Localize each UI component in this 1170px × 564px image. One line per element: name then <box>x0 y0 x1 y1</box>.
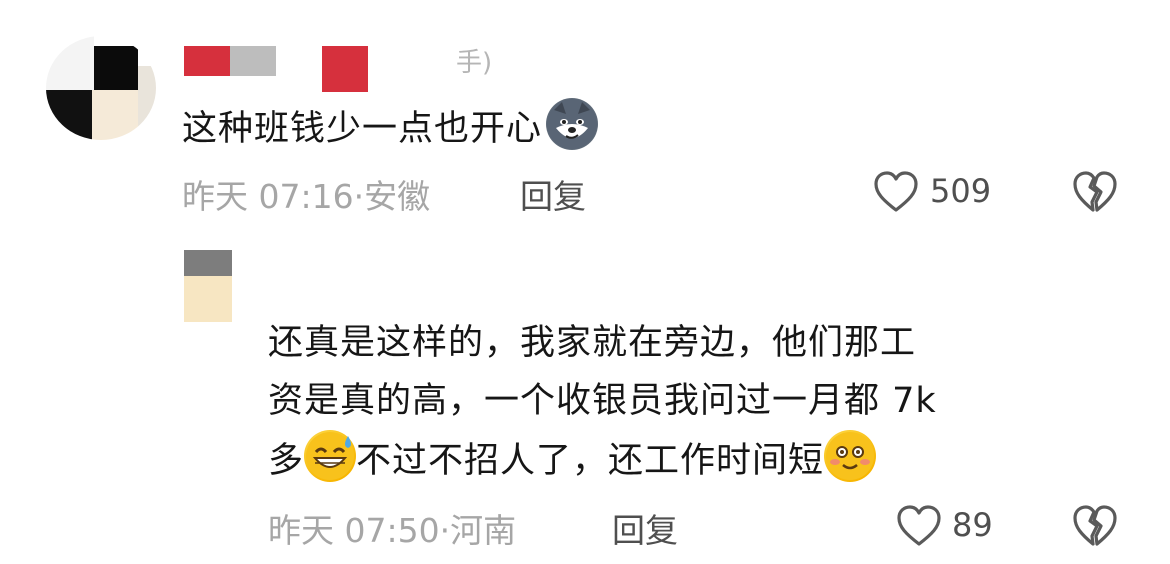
reply-button[interactable]: 回复 <box>520 170 586 218</box>
like-count: 509 <box>930 172 992 210</box>
broken-heart-icon[interactable] <box>1072 170 1118 214</box>
comment-line: 多 不过不招人了，还工作时间短 <box>268 430 1128 490</box>
comment-body: 这种班钱少一点也开心 <box>182 109 543 149</box>
separator: · <box>439 511 451 550</box>
comment-line: 还真是这样的，我家就在旁边，他们那工 <box>268 323 917 363</box>
comment-text: 这种班钱少一点也开心 <box>182 98 599 158</box>
comment-fragment: 多 <box>268 441 305 481</box>
separator: · <box>353 177 365 216</box>
broken-heart-icon[interactable] <box>1072 504 1118 548</box>
comment-meta: 昨天 07:50·河南 <box>268 504 516 552</box>
avatar[interactable] <box>184 250 232 322</box>
comment-line: 资是真的高，一个收银员我问过一月都 7k <box>268 381 937 421</box>
comment-text: 还真是这样的，我家就在旁边，他们那工 资是真的高，一个收银员我问过一月都 7k … <box>268 314 1128 490</box>
heart-outline-icon[interactable] <box>896 504 942 548</box>
username-fragment: 手) <box>456 48 493 78</box>
comment-meta: 昨天 07:16·安徽 <box>182 170 430 218</box>
heart-outline-icon[interactable] <box>873 170 919 214</box>
timestamp: 昨天 07:50 <box>268 511 440 550</box>
blushing-smile-face-icon <box>824 430 877 482</box>
like-count: 89 <box>952 506 993 544</box>
location: 河南 <box>450 511 517 550</box>
location: 安徽 <box>364 177 431 216</box>
reply-button[interactable]: 回复 <box>612 504 678 552</box>
husky-dog-emoji-icon <box>546 98 599 150</box>
grinning-sweat-face-icon <box>304 430 357 482</box>
timestamp: 昨天 07:16 <box>182 177 354 216</box>
avatar[interactable] <box>46 36 156 140</box>
comment-fragment: 不过不招人了，还工作时间短 <box>356 441 825 481</box>
